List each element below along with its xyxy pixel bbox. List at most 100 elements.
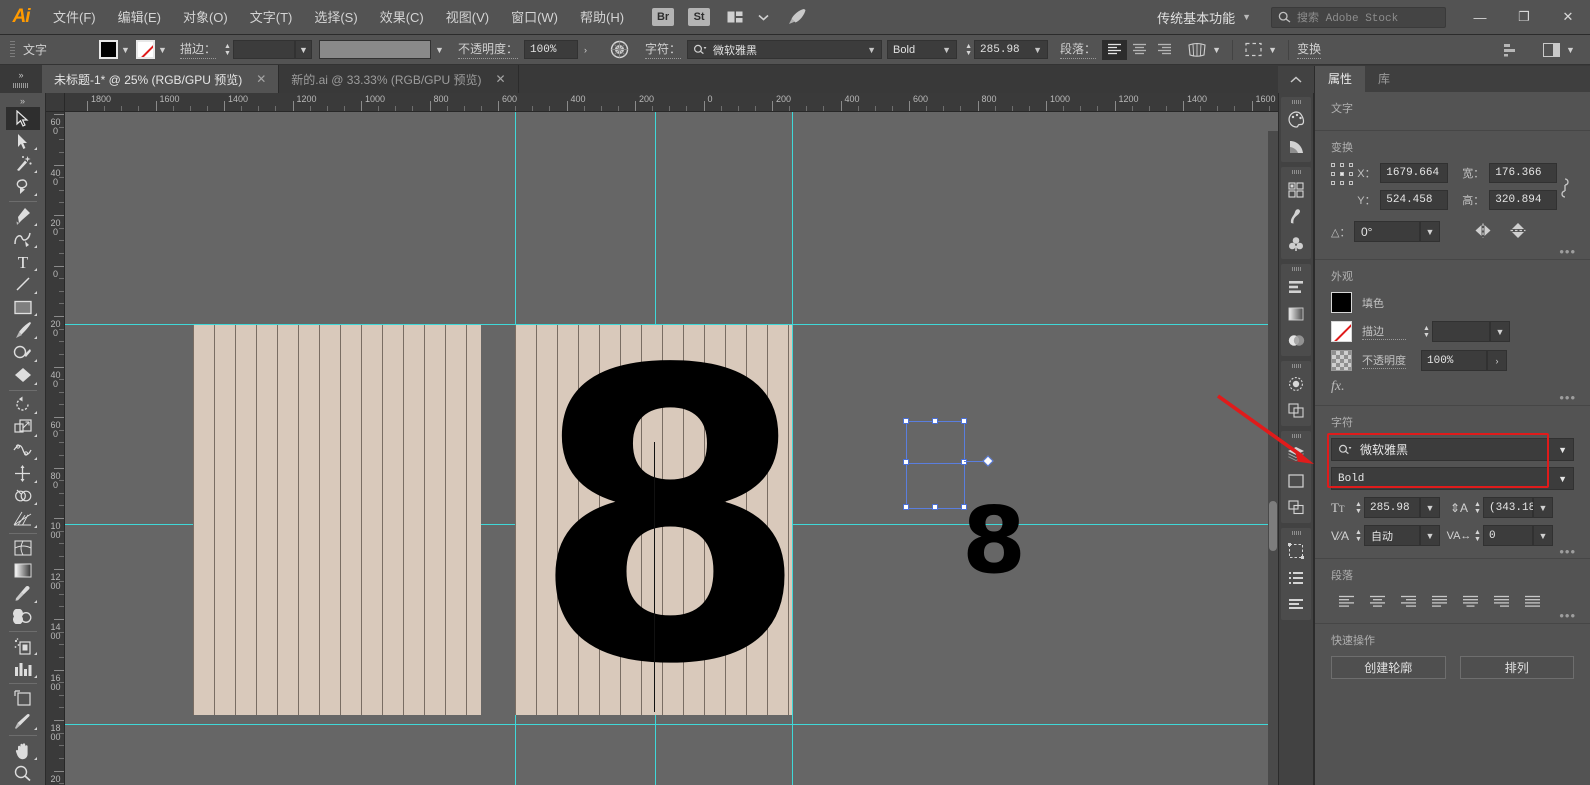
transform-more-options[interactable]: ••• [1559,245,1576,258]
layers-panel-icon[interactable] [1282,440,1310,467]
paragraph-align-right-button[interactable] [1152,40,1177,60]
x-input[interactable]: 1679.664 [1380,163,1449,183]
leading-dropdown-icon[interactable]: ▼ [1533,497,1553,518]
tool-scale[interactable] [6,416,40,439]
opacity-input[interactable]: 100% [524,40,579,59]
maximize-button[interactable]: ❐ [1502,0,1546,35]
asset-export-panel-icon[interactable] [1282,494,1310,521]
tool-pen[interactable] [6,205,40,228]
fill-dropdown-icon[interactable]: ▼ [118,40,133,59]
justify-last-center-button[interactable] [1455,591,1486,613]
kerning-stepper[interactable]: ▲ ▼ [1353,525,1364,546]
selection-handle-tl[interactable] [903,418,909,424]
tracking-stepper[interactable]: ▲ ▼ [1472,525,1483,546]
artboards-panel-icon[interactable] [1282,467,1310,494]
appearance-panel-icon[interactable] [1282,370,1310,397]
paragraph-align-right-button[interactable] [1393,591,1424,613]
menu-select[interactable]: 选择(S) [303,0,368,35]
stroke-weight-input[interactable] [1432,321,1490,342]
chevron-down-icon[interactable] [751,6,775,28]
menu-effect[interactable]: 效果(C) [369,0,435,35]
angle-dropdown-icon[interactable]: ▼ [1420,221,1440,242]
menu-object[interactable]: 对象(O) [172,0,239,35]
font-style-select[interactable]: Bold ▼ [887,40,958,59]
create-outlines-button[interactable]: 创建轮廓 [1331,656,1446,679]
paragraph-align-center-button[interactable] [1127,40,1152,60]
font-size-stepper[interactable]: ▲ ▼ [963,40,974,59]
tool-selection[interactable] [5,107,40,130]
minimize-button[interactable]: — [1458,0,1502,35]
tool-hand[interactable] [6,739,40,762]
font-size-dropdown-icon[interactable]: ▼ [1420,497,1440,518]
selection-handle-bl[interactable] [903,504,909,510]
tool-shaper[interactable] [6,341,40,364]
stroke-dropdown-icon[interactable]: ▼ [155,40,170,59]
panel-layout-icon[interactable] [1539,40,1563,60]
font-size-input[interactable]: 285.98 [1364,497,1420,518]
select-similar-dropdown-icon[interactable]: ▼ [1265,40,1280,59]
menu-view[interactable]: 视图(V) [435,0,500,35]
workspace-switcher[interactable]: 传统基本功能 ▼ [1151,5,1257,29]
envelope-dropdown-icon[interactable]: ▼ [1209,40,1224,59]
close-button[interactable]: ✕ [1546,0,1590,35]
tool-magic-wand[interactable] [6,152,40,175]
artwork-digit-selected[interactable]: 8 [962,487,1026,594]
paragraph-align-left-button[interactable] [1102,39,1128,60]
artboard-left[interactable] [193,325,481,715]
stroke-profile-input[interactable] [319,40,432,59]
transform-panel-icon[interactable] [1282,537,1310,564]
recolor-artwork-icon[interactable] [607,40,631,60]
panel-layout-dropdown-icon[interactable]: ▼ [1563,40,1578,59]
tool-rotate[interactable] [6,394,40,417]
selection-anchor-point[interactable] [982,455,994,467]
paragraph-more-options[interactable]: ••• [1559,609,1576,622]
selection-handle-ml[interactable] [903,459,909,465]
tool-zoom[interactable] [6,762,40,785]
ruler-origin[interactable] [46,93,65,112]
font-family-select[interactable]: 微软雅黑 ▼ [687,40,883,59]
collapse-panels-button[interactable] [1278,66,1314,93]
tool-paintbrush[interactable] [6,318,40,341]
width-input[interactable]: 176.366 [1489,163,1558,183]
constrain-proportions-icon[interactable] [1557,163,1574,199]
tool-curvature[interactable] [6,228,40,251]
brushes-panel-icon[interactable] [1282,203,1310,230]
y-input[interactable]: 524.458 [1380,190,1449,210]
tracking-input[interactable]: 0 [1483,525,1533,546]
selection-handle-mr[interactable] [961,459,967,465]
tool-lasso[interactable] [6,175,40,198]
tool-shape-builder[interactable] [6,485,40,508]
tool-free-transform[interactable] [6,462,40,485]
tab-properties[interactable]: 属性 [1315,66,1366,92]
font-style-select[interactable]: Bold ▼ [1331,467,1574,490]
paragraph-align-left-button[interactable] [1331,591,1362,613]
align-panel-icon[interactable] [1282,273,1310,300]
tool-perspective-grid[interactable] [6,507,40,530]
font-size-select[interactable]: 285.98 ▼ [974,40,1049,59]
selection-handle-br[interactable] [961,504,967,510]
selection-bounding-box[interactable] [903,418,967,510]
tool-rectangle[interactable] [6,296,40,319]
paragraph-panel-icon[interactable] [1282,591,1310,618]
appearance-more-options[interactable]: ••• [1559,391,1576,404]
stroke-profile-dropdown-icon[interactable]: ▼ [431,40,448,59]
font-size-stepper[interactable]: ▲ ▼ [1353,497,1364,518]
stroke-weight-stepper[interactable]: ▲ ▼ [222,40,233,59]
envelope-distort-icon[interactable] [1185,40,1209,60]
gradient-panel-icon[interactable] [1282,300,1310,327]
bridge-icon[interactable]: Br [652,8,675,26]
tool-eyedropper[interactable] [6,582,40,605]
flip-horizontal-icon[interactable] [1474,223,1492,241]
menu-file[interactable]: 文件(F) [42,0,107,35]
fill-swatch-button[interactable] [1331,292,1352,313]
tool-gradient[interactable] [6,560,40,583]
tool-column-graph[interactable] [6,657,40,680]
discover-rocket-icon[interactable] [785,6,809,28]
tabbar-gripper[interactable]: » [0,65,42,93]
tool-width[interactable] [6,439,40,462]
paragraph-align-center-button[interactable] [1362,591,1393,613]
opacity-flyout-icon[interactable]: › [578,40,593,59]
font-family-select[interactable]: 微软雅黑 ▼ [1331,438,1574,461]
menu-help[interactable]: 帮助(H) [569,0,635,35]
close-icon[interactable]: ✕ [256,72,266,86]
